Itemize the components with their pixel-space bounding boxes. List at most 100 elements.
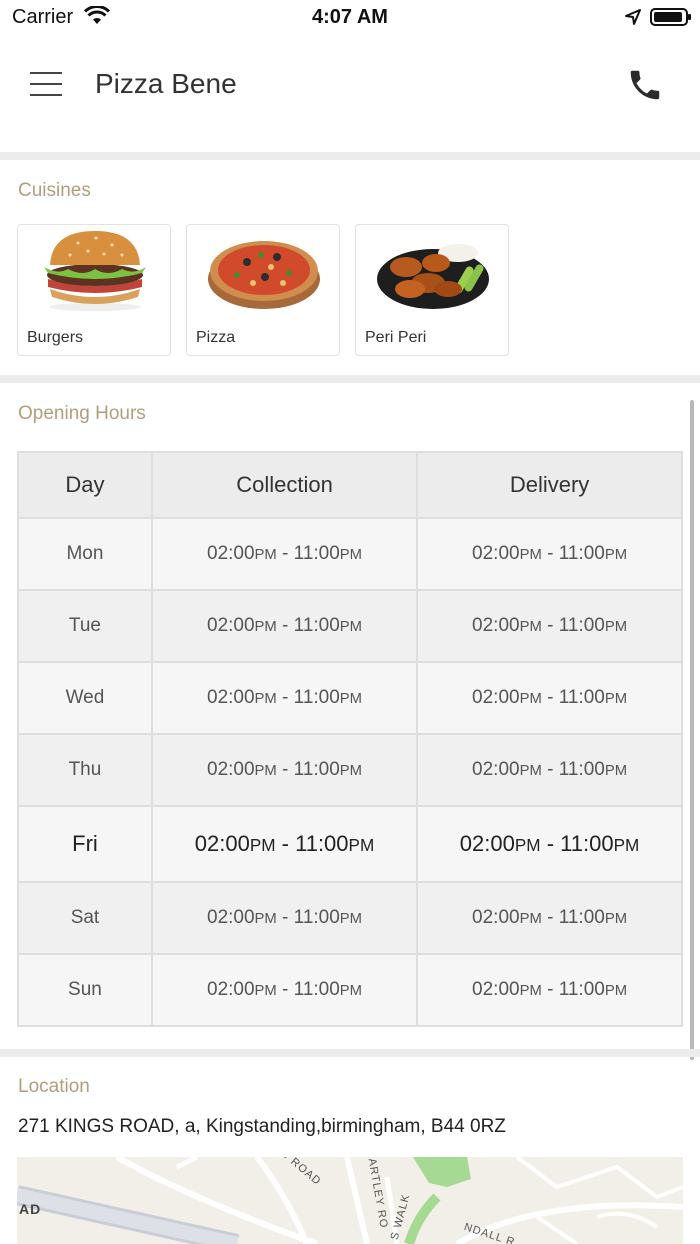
cuisine-card-peri-peri[interactable]: Peri Peri bbox=[355, 224, 509, 356]
cuisine-card-burgers[interactable]: Burgers bbox=[17, 224, 171, 356]
time-close: 11:00 bbox=[558, 759, 605, 780]
delivery-hours-cell: 02:00PM - 11:00PM bbox=[416, 517, 683, 591]
time-open-ampm: PM bbox=[254, 983, 277, 999]
collection-hours-cell: 02:00PM - 11:00PM bbox=[150, 805, 419, 883]
day-cell: Mon bbox=[17, 517, 153, 591]
time-open: 02:00 bbox=[472, 759, 520, 780]
time-open-ampm: PM bbox=[514, 835, 541, 855]
cuisine-label: Peri Peri bbox=[365, 329, 427, 346]
time-close-ampm: PM bbox=[339, 911, 363, 927]
collection-hours-cell: 02:00PM - 11:00PM bbox=[150, 881, 419, 955]
time-close-ampm: PM bbox=[604, 983, 628, 999]
time-sep: - bbox=[276, 543, 294, 564]
time-open-ampm: PM bbox=[519, 763, 542, 779]
time-close: 11:00 bbox=[293, 543, 340, 564]
time-close-ampm: PM bbox=[604, 547, 628, 563]
opening-hours-title: Opening Hours bbox=[18, 403, 146, 424]
day-cell: Tue bbox=[17, 589, 153, 663]
time-open-ampm: PM bbox=[519, 911, 542, 927]
time-sep: - bbox=[541, 543, 559, 564]
menu-icon[interactable] bbox=[28, 70, 64, 98]
time-sep: - bbox=[276, 907, 294, 928]
time-close: 11:00 bbox=[558, 543, 605, 564]
clock: 4:07 AM bbox=[312, 6, 388, 28]
column-header-day: Day bbox=[17, 451, 153, 519]
time-open: 02:00 bbox=[472, 979, 520, 1000]
day-cell: Fri bbox=[17, 805, 153, 883]
day-cell: Sun bbox=[17, 953, 153, 1027]
time-sep: - bbox=[276, 687, 294, 708]
time-sep: - bbox=[541, 979, 559, 1000]
section-divider bbox=[0, 375, 700, 383]
time-open-ampm: PM bbox=[254, 619, 277, 635]
section-divider bbox=[0, 1049, 700, 1057]
page-title: Pizza Bene bbox=[95, 68, 237, 99]
collection-hours-cell: 02:00PM - 11:00PM bbox=[150, 733, 419, 807]
time-close-ampm: PM bbox=[339, 983, 363, 999]
delivery-hours-cell: 02:00PM - 11:00PM bbox=[416, 589, 683, 663]
location-map[interactable]: AD AD ROAD HARTLEY RO S WALK NDALL R bbox=[17, 1157, 683, 1244]
time-close-ampm: PM bbox=[613, 835, 640, 855]
map-label: AD bbox=[19, 1201, 42, 1217]
time-open: 02:00 bbox=[472, 907, 520, 928]
column-header-delivery: Delivery bbox=[416, 451, 683, 519]
map-roads bbox=[17, 1157, 683, 1244]
time-close-ampm: PM bbox=[348, 835, 375, 855]
time-open: 02:00 bbox=[207, 543, 255, 564]
delivery-hours-cell: 02:00PM - 11:00PM bbox=[416, 953, 683, 1027]
status-bar: Carrier 4:07 AM bbox=[0, 0, 700, 36]
time-open-ampm: PM bbox=[519, 983, 542, 999]
time-open: 02:00 bbox=[207, 979, 255, 1000]
day-cell: Sat bbox=[17, 881, 153, 955]
delivery-hours-cell: 02:00PM - 11:00PM bbox=[416, 661, 683, 735]
time-open: 02:00 bbox=[459, 831, 515, 856]
time-close: 11:00 bbox=[558, 687, 605, 708]
time-close-ampm: PM bbox=[339, 619, 363, 635]
time-close-ampm: PM bbox=[604, 619, 628, 635]
hours-row-fri: Fri 02:00PM - 11:00PM 02:00PM - 11:00PM bbox=[17, 805, 683, 883]
day-cell: Thu bbox=[17, 733, 153, 807]
time-open: 02:00 bbox=[472, 615, 520, 636]
cuisine-label: Pizza bbox=[196, 329, 236, 346]
cuisine-card-pizza[interactable]: Pizza bbox=[186, 224, 340, 356]
time-close-ampm: PM bbox=[339, 547, 363, 563]
hours-row-sun: Sun 02:00PM - 11:00PM 02:00PM - 11:00PM bbox=[17, 953, 683, 1027]
time-open-ampm: PM bbox=[519, 547, 542, 563]
time-sep: - bbox=[541, 687, 559, 708]
hours-row-wed: Wed 02:00PM - 11:00PM 02:00PM - 11:00PM bbox=[17, 661, 683, 735]
time-sep: - bbox=[540, 831, 561, 856]
battery-icon bbox=[650, 8, 691, 26]
time-close-ampm: PM bbox=[339, 763, 363, 779]
time-open-ampm: PM bbox=[254, 691, 277, 707]
time-open: 02:00 bbox=[472, 687, 520, 708]
time-sep: - bbox=[541, 907, 559, 928]
time-close: 11:00 bbox=[293, 979, 340, 1000]
time-open: 02:00 bbox=[207, 615, 255, 636]
pizza-image bbox=[207, 227, 321, 313]
day-cell: Wed bbox=[17, 661, 153, 735]
location-arrow-icon bbox=[624, 8, 642, 31]
collection-hours-cell: 02:00PM - 11:00PM bbox=[150, 517, 419, 591]
column-header-collection: Collection bbox=[150, 451, 419, 519]
wings-image bbox=[376, 227, 490, 313]
time-close-ampm: PM bbox=[604, 763, 628, 779]
time-close: 11:00 bbox=[293, 907, 340, 928]
time-close: 11:00 bbox=[558, 979, 605, 1000]
time-close: 11:00 bbox=[293, 687, 340, 708]
time-sep: - bbox=[275, 831, 296, 856]
time-close-ampm: PM bbox=[339, 691, 363, 707]
time-close-ampm: PM bbox=[604, 691, 628, 707]
time-sep: - bbox=[276, 979, 294, 1000]
burger-image bbox=[38, 227, 152, 313]
scrollbar[interactable] bbox=[690, 400, 694, 1060]
time-sep: - bbox=[276, 759, 294, 780]
address-text: 271 KINGS ROAD, a, Kingstanding,birmingh… bbox=[18, 1116, 506, 1137]
time-close: 11:00 bbox=[558, 615, 605, 636]
time-open: 02:00 bbox=[207, 759, 255, 780]
hours-row-tue: Tue 02:00PM - 11:00PM 02:00PM - 11:00PM bbox=[17, 589, 683, 663]
time-close: 11:00 bbox=[295, 831, 349, 856]
cuisine-label: Burgers bbox=[27, 329, 84, 346]
phone-icon[interactable] bbox=[626, 66, 664, 104]
time-open: 02:00 bbox=[207, 907, 255, 928]
hours-row-thu: Thu 02:00PM - 11:00PM 02:00PM - 11:00PM bbox=[17, 733, 683, 807]
